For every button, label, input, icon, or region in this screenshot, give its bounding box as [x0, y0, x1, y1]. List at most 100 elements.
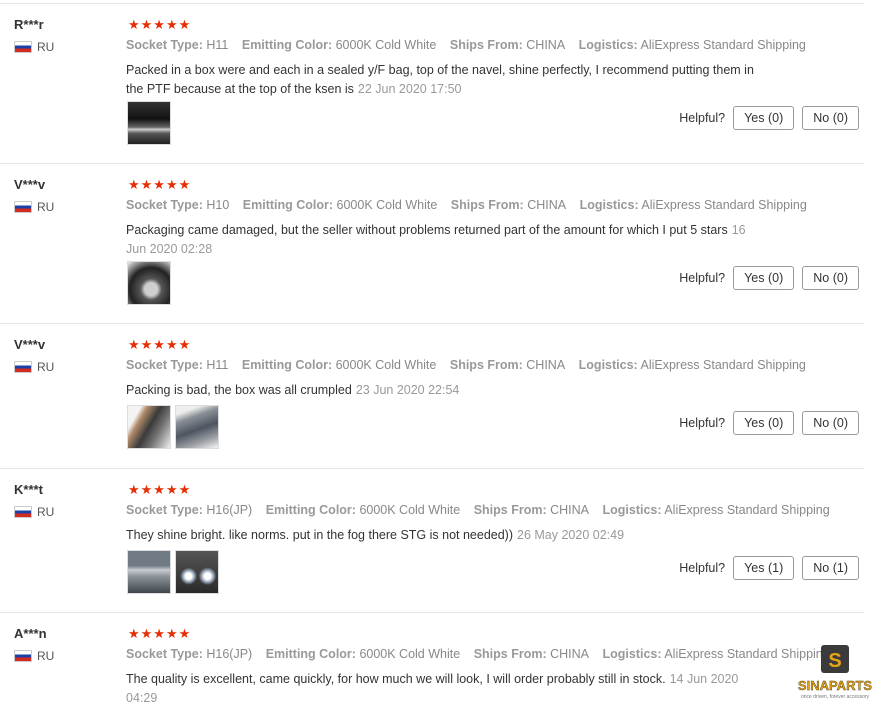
- ru-flag-icon: [14, 650, 32, 662]
- attr-logistics: AliExpress Standard Shipping: [640, 38, 806, 52]
- attr-key-color: Emitting Color:: [241, 38, 333, 52]
- attr-key-logistics: Logistics:: [602, 503, 662, 517]
- attr-key-socket: Socket Type:: [126, 358, 203, 372]
- review-item: V***v RU ★★★★★ Socket Type: H10 Emitting…: [0, 164, 864, 324]
- country-code: RU: [37, 505, 55, 519]
- attr-key-logistics: Logistics:: [579, 198, 639, 212]
- helpful-vote: Helpful? Yes (1) No (1): [679, 556, 859, 580]
- country-code: RU: [37, 200, 55, 214]
- attr-ships: CHINA: [550, 647, 589, 661]
- attr-ships: CHINA: [527, 198, 567, 212]
- helpful-no-button[interactable]: No (0): [802, 266, 859, 290]
- review-item: R***r RU ★★★★★ Socket Type: H11 Emitting…: [0, 4, 864, 164]
- review-photo-thumbnail[interactable]: [127, 405, 171, 449]
- review-body: Packing is bad, the box was all crumpled: [126, 383, 352, 397]
- helpful-yes-button[interactable]: Yes (0): [733, 411, 795, 435]
- star-rating: ★★★★★: [128, 337, 192, 352]
- review-photos: [127, 405, 219, 449]
- helpful-no-button[interactable]: No (0): [802, 106, 859, 130]
- attr-key-logistics: Logistics:: [602, 647, 662, 661]
- helpful-yes-button[interactable]: Yes (0): [733, 266, 795, 290]
- review-text: Packing is bad, the box was all crumpled…: [126, 381, 756, 400]
- review-photos: [127, 261, 171, 305]
- attr-key-color: Emitting Color:: [242, 198, 334, 212]
- review-text: The quality is excellent, came quickly, …: [126, 670, 756, 708]
- attr-key-ships: Ships From:: [450, 198, 524, 212]
- review-date: 23 Jun 2020 22:54: [355, 383, 460, 397]
- attr-key-logistics: Logistics:: [578, 38, 638, 52]
- attr-color: 6000K Cold White: [359, 647, 461, 661]
- attr-key-ships: Ships From:: [473, 503, 547, 517]
- review-photos: [127, 101, 171, 145]
- reviewer-country: RU: [14, 649, 54, 663]
- review-date: 26 May 2020 02:49: [517, 528, 625, 542]
- helpful-yes-button[interactable]: Yes (1): [733, 556, 795, 580]
- review-text: Packed in a box were and each in a seale…: [126, 61, 756, 99]
- watermark-brand: SINAPARTS: [798, 678, 872, 693]
- helpful-no-button[interactable]: No (1): [802, 556, 859, 580]
- star-rating: ★★★★★: [128, 177, 192, 192]
- reviewer-country: RU: [14, 505, 54, 519]
- review-photo-thumbnail[interactable]: [127, 550, 171, 594]
- review-photo-thumbnail[interactable]: [175, 405, 219, 449]
- attr-ships: CHINA: [550, 503, 589, 517]
- product-attributes: Socket Type: H11 Emitting Color: 6000K C…: [126, 358, 816, 372]
- attr-socket: H16(JP): [206, 503, 253, 517]
- helpful-yes-button[interactable]: Yes (0): [733, 106, 795, 130]
- reviewer-country: RU: [14, 360, 54, 374]
- review-photo-thumbnail[interactable]: [127, 261, 171, 305]
- ru-flag-icon: [14, 201, 32, 213]
- attr-key-color: Emitting Color:: [241, 358, 333, 372]
- svg-text:S: S: [828, 650, 841, 672]
- attr-key-ships: Ships From:: [449, 358, 523, 372]
- helpful-no-button[interactable]: No (0): [802, 411, 859, 435]
- reviewer-country: RU: [14, 40, 54, 54]
- attr-logistics: AliExpress Standard Shipping: [664, 503, 830, 517]
- review-item: K***t RU ★★★★★ Socket Type: H16(JP) Emit…: [0, 469, 864, 613]
- attr-ships: CHINA: [526, 358, 566, 372]
- helpful-label: Helpful?: [679, 271, 726, 285]
- reviewer-name: V***v: [14, 337, 46, 352]
- country-code: RU: [37, 649, 55, 663]
- review-text: They shine bright. like norms. put in th…: [126, 526, 756, 545]
- reviewer-name: V***v: [14, 177, 46, 192]
- attr-key-socket: Socket Type:: [126, 647, 203, 661]
- attr-socket: H10: [206, 198, 230, 212]
- ru-flag-icon: [14, 361, 32, 373]
- review-item: V***v RU ★★★★★ Socket Type: H11 Emitting…: [0, 324, 864, 469]
- attr-key-color: Emitting Color:: [265, 503, 356, 517]
- review-body: Packaging came damaged, but the seller w…: [126, 223, 728, 237]
- helpful-label: Helpful?: [679, 111, 726, 125]
- helpful-label: Helpful?: [679, 416, 726, 430]
- ru-flag-icon: [14, 506, 32, 518]
- review-text: Packaging came damaged, but the seller w…: [126, 221, 756, 259]
- review-photo-thumbnail[interactable]: [127, 101, 171, 145]
- star-rating: ★★★★★: [128, 17, 192, 32]
- attr-color: 6000K Cold White: [335, 358, 437, 372]
- attr-key-socket: Socket Type:: [126, 198, 203, 212]
- attr-key-color: Emitting Color:: [265, 647, 356, 661]
- product-attributes: Socket Type: H16(JP) Emitting Color: 600…: [126, 647, 840, 661]
- attr-logistics: AliExpress Standard Shipping: [641, 198, 807, 212]
- reviewer-name: R***r: [14, 17, 44, 32]
- attr-socket: H11: [206, 358, 229, 372]
- product-attributes: Socket Type: H16(JP) Emitting Color: 600…: [126, 503, 840, 517]
- product-attributes: Socket Type: H11 Emitting Color: 6000K C…: [126, 38, 816, 52]
- attr-key-socket: Socket Type:: [126, 38, 203, 52]
- review-body: They shine bright. like norms. put in th…: [126, 528, 514, 542]
- product-attributes: Socket Type: H10 Emitting Color: 6000K C…: [126, 198, 817, 212]
- attr-key-ships: Ships From:: [473, 647, 547, 661]
- sinaparts-logo-icon: S SINAPARTS once driven, forever accesso…: [798, 645, 873, 700]
- reviewer-name: K***t: [14, 482, 43, 497]
- attr-socket: H11: [206, 38, 229, 52]
- reviewer-country: RU: [14, 200, 54, 214]
- attr-color: 6000K Cold White: [335, 38, 437, 52]
- review-photo-thumbnail[interactable]: [175, 550, 219, 594]
- helpful-vote: Helpful? Yes (0) No (0): [679, 106, 859, 130]
- attr-color: 6000K Cold White: [359, 503, 461, 517]
- attr-socket: H16(JP): [206, 647, 253, 661]
- country-code: RU: [37, 40, 55, 54]
- review-date: 22 Jun 2020 17:50: [357, 82, 462, 96]
- attr-color: 6000K Cold White: [336, 198, 438, 212]
- star-rating: ★★★★★: [128, 482, 192, 497]
